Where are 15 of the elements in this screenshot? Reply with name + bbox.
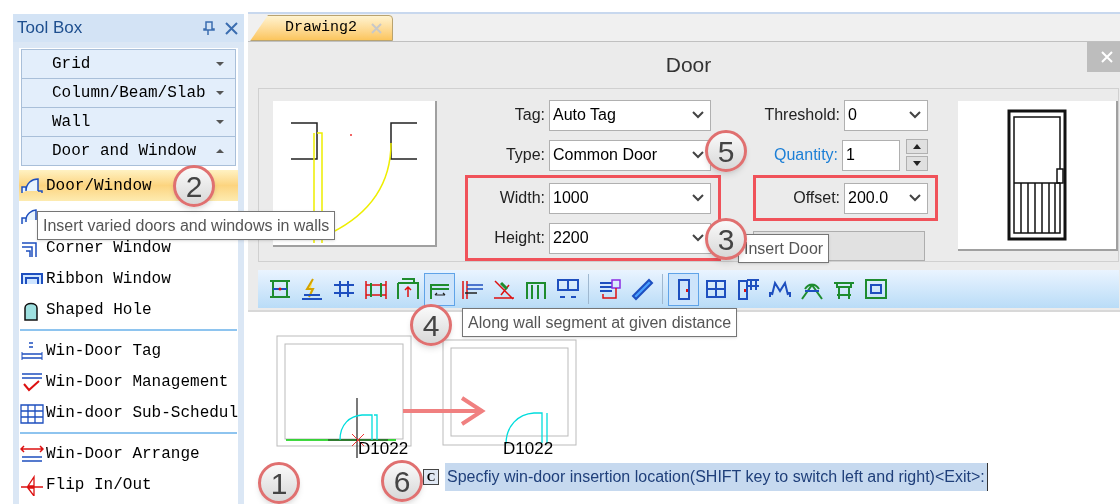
field-label: Height:	[494, 228, 546, 248]
command-icon: C	[423, 469, 440, 485]
tooltip: Along wall segment at given distance	[462, 308, 738, 337]
tooltip: Insert Door	[738, 234, 830, 263]
panel-title: Tool Box	[17, 17, 84, 40]
door-tag-label: D1022	[358, 438, 409, 460]
field-label: Type:	[505, 145, 546, 165]
command-prompt: Specfiy win-door insertion location(SHIFT key to switch left and right)<Exit>:	[445, 463, 988, 491]
field-label: Threshold:	[764, 105, 841, 125]
field-label: Offset:	[793, 188, 841, 208]
field-label: Width:	[499, 188, 546, 208]
field-label: Tag:	[514, 105, 546, 125]
dialog-title: Door	[665, 52, 712, 79]
tooltip: Insert varied doors and windows in walls	[37, 211, 336, 240]
door-tag-label: D1022	[503, 438, 554, 460]
